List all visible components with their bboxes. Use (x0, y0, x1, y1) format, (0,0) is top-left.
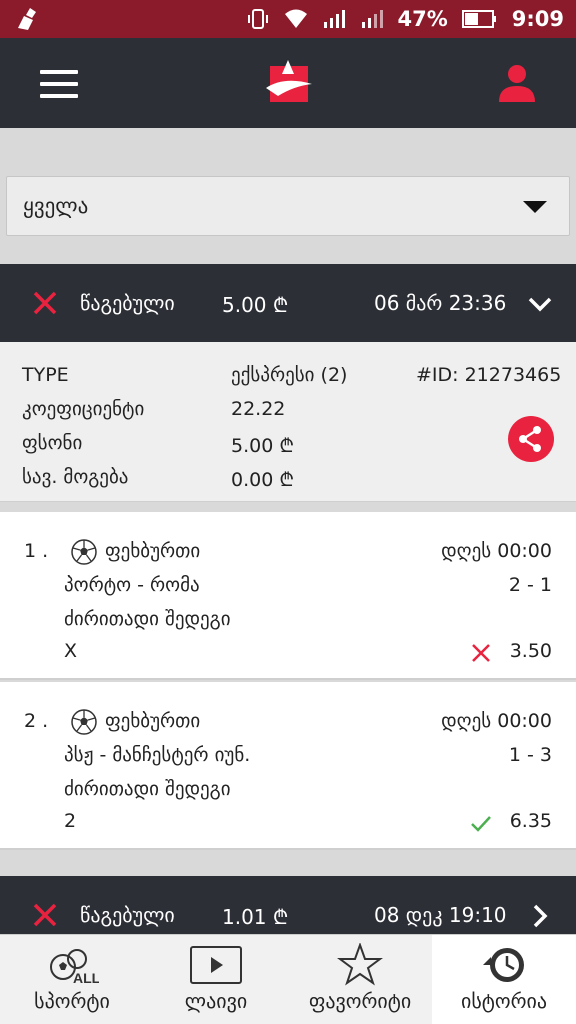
selection-row[interactable]: 2 . ფეხბურთი დღეს 00:00 პსჟ - მანჩესტერ … (0, 682, 576, 850)
nav-label: ფავორიტი (308, 989, 412, 1013)
status-bar: 47% 9:09 (0, 0, 576, 38)
ticket-date: 08 დეკ 19:10 (374, 903, 507, 927)
market-name: ძირითადი შედეგი (64, 608, 231, 630)
match-score: 1 - 3 (508, 744, 552, 766)
selection-number: 2 . (24, 710, 49, 732)
brand-logo[interactable] (264, 58, 314, 108)
win-value: 0.00 ₾ (231, 469, 294, 491)
pick-value: X (64, 640, 78, 662)
lost-icon (472, 644, 490, 662)
nav-label: ისტორია (460, 989, 548, 1013)
vibrate-icon (247, 9, 268, 29)
clock: 9:09 (511, 7, 564, 31)
selection-row[interactable]: 1 . ფეხბურთი დღეს 00:00 პორტო - რომა 2 -… (0, 512, 576, 680)
type-label: TYPE (22, 364, 69, 386)
lost-icon (33, 903, 57, 927)
event-time: დღეს 00:00 (441, 540, 552, 562)
match-name: პსჟ - მანჩესტერ იუნ. (64, 744, 251, 766)
lost-icon (33, 291, 57, 315)
history-icon (483, 948, 524, 982)
stake-label: ფსონი (22, 432, 83, 454)
pick-value: 2 (64, 810, 77, 832)
ticket-header[interactable]: წაგებული 5.00 ₾ 06 მარ 23:36 (0, 264, 576, 342)
nav-live[interactable]: ლაივი (144, 935, 288, 1024)
play-icon (190, 946, 242, 984)
battery-icon (461, 10, 496, 28)
share-icon (519, 426, 541, 452)
signal-icon-2 (361, 10, 383, 28)
nav-label: სპორტი (34, 989, 110, 1013)
all-badge: ALL (73, 970, 99, 986)
type-value: ექსპრესი (2) (231, 364, 348, 386)
signal-icon (323, 10, 345, 28)
match-score: 2 - 1 (508, 574, 552, 596)
soccer-ball-icon (71, 539, 97, 565)
nav-favorites[interactable]: ფავორიტი (288, 935, 432, 1024)
battery-percent: 47% (397, 7, 448, 31)
bottom-nav: ALL სპორტი ლაივი ფავორიტი ისტორია (0, 934, 576, 1024)
share-button[interactable] (508, 416, 554, 462)
chevron-down-icon[interactable] (526, 290, 554, 318)
chevron-down-icon (523, 201, 547, 213)
broom-icon (18, 8, 36, 30)
odd-value: 3.50 (509, 640, 552, 662)
sport-name: ფეხბურთი (105, 540, 201, 562)
event-time: დღეს 00:00 (441, 710, 552, 732)
match-name: პორტო - რომა (64, 574, 200, 596)
won-check-icon (471, 816, 491, 832)
sport-name: ფეხბურთი (105, 710, 201, 732)
nav-history[interactable]: ისტორია (432, 935, 576, 1024)
app-header (0, 38, 576, 128)
ticket-amount: 5.00 ₾ (222, 293, 289, 317)
star-icon (337, 943, 383, 986)
soccer-ball-icon (71, 709, 97, 735)
odd-value: 6.35 (509, 810, 552, 832)
win-label: სავ. მოგება (22, 466, 129, 488)
ticket-details: TYPE ექსპრესი (2) #ID: 21273465 კოეფიციე… (0, 342, 576, 502)
ticket-status: წაგებული (80, 291, 175, 315)
coef-label: კოეფიციენტი (22, 398, 145, 420)
filter-value: ყველა (23, 194, 89, 218)
coef-value: 22.22 (231, 398, 286, 420)
ticket-status: წაგებული (80, 903, 175, 927)
market-name: ძირითადი შედეგი (64, 778, 231, 800)
nav-sports[interactable]: ALL სპორტი (0, 935, 144, 1024)
ticket-id: #ID: 21273465 (416, 364, 562, 386)
nav-label: ლაივი (184, 989, 248, 1013)
chevron-right-icon[interactable] (526, 902, 554, 930)
filter-select[interactable]: ყველა (6, 176, 570, 236)
menu-icon[interactable] (40, 70, 78, 98)
user-icon[interactable] (496, 62, 538, 104)
wifi-icon (284, 9, 307, 28)
stake-value: 5.00 ₾ (231, 435, 294, 457)
ticket-amount: 1.01 ₾ (222, 905, 289, 929)
sports-all-icon: ALL (50, 949, 99, 986)
selection-number: 1 . (24, 540, 49, 562)
ticket-date: 06 მარ 23:36 (374, 291, 507, 315)
